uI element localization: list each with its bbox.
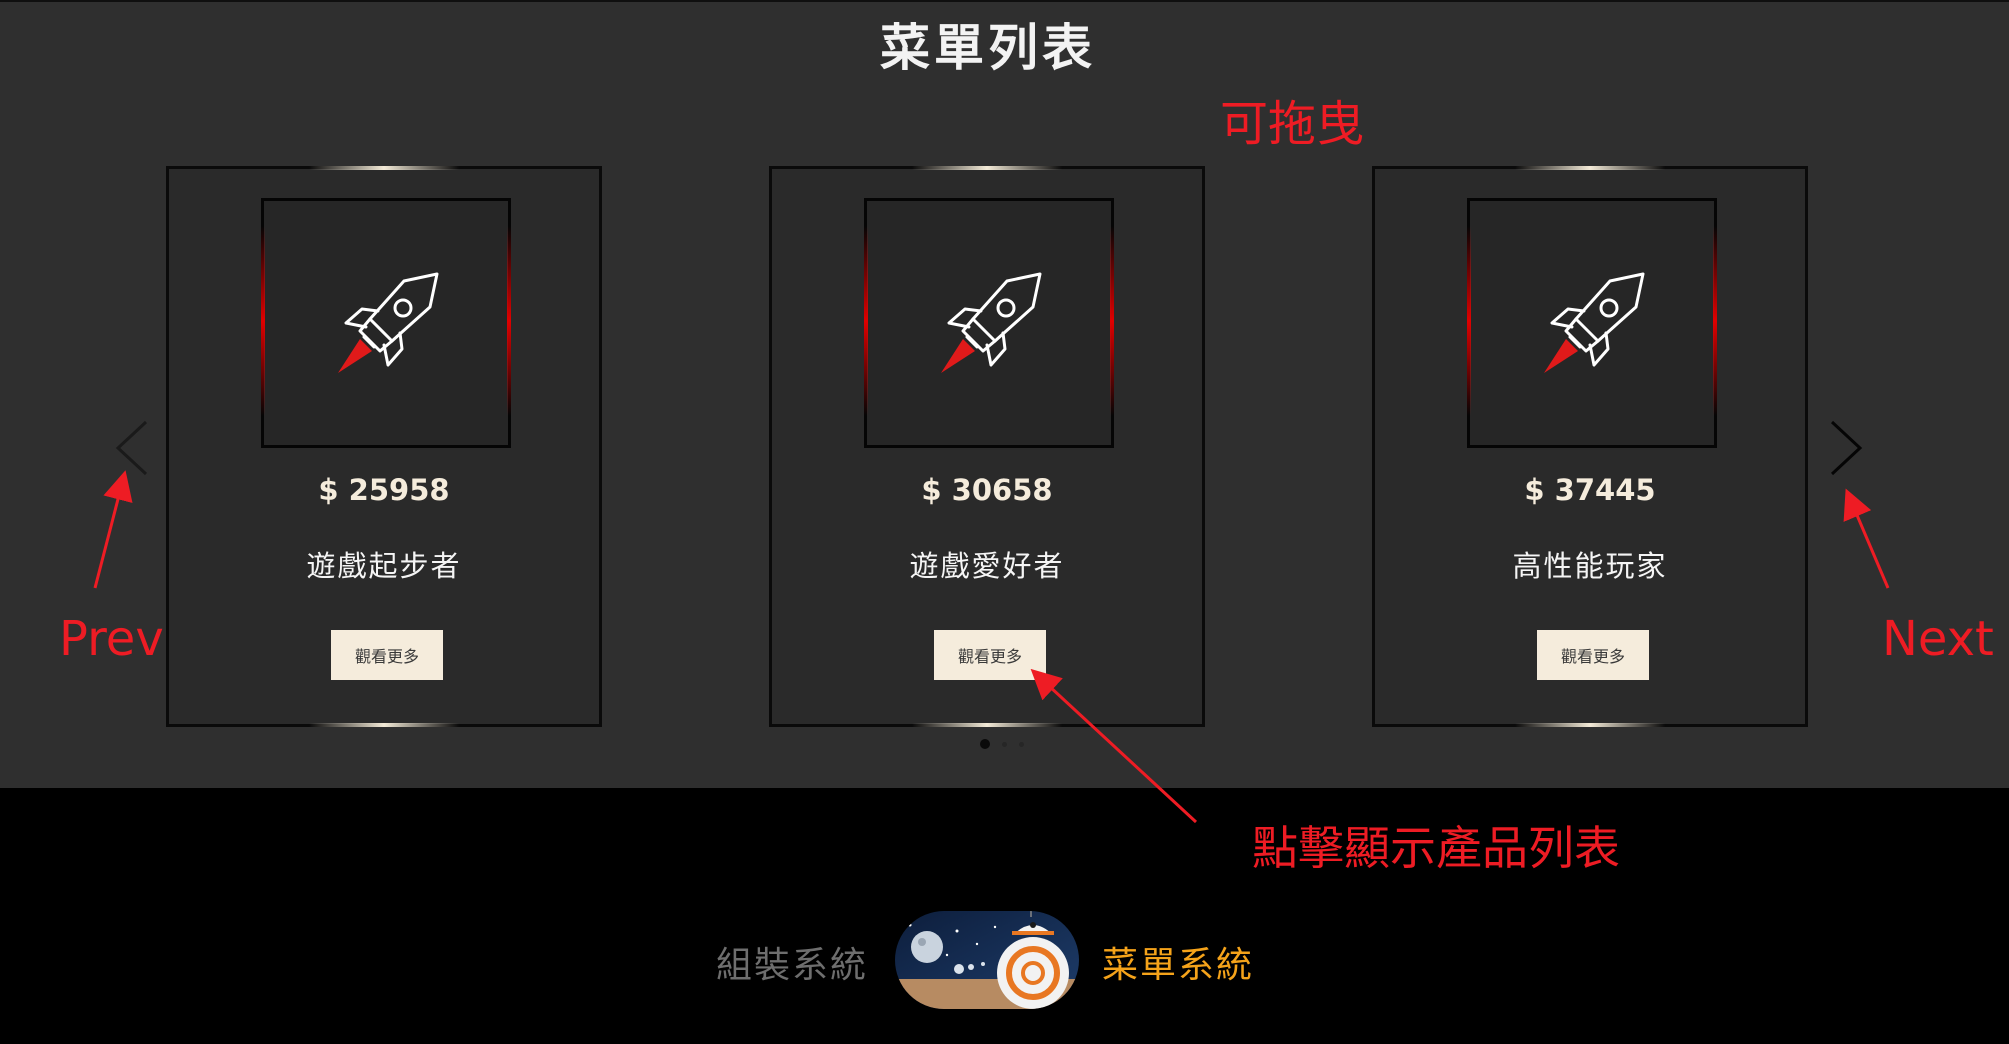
product-name: 遊戲愛好者 xyxy=(909,549,1065,583)
bb8-space-toggle-icon xyxy=(895,911,1079,1009)
view-more-button[interactable]: 觀看更多 xyxy=(331,630,443,680)
page: 菜單列表 $ 25958 遊戲起步者 觀看更多 $ 30658 遊戲愛好者 觀看… xyxy=(0,0,2009,1044)
annotation-draggable: 可拖曳 xyxy=(1220,96,1365,152)
pagination-dot-2[interactable] xyxy=(1002,741,1007,747)
product-name: 高性能玩家 xyxy=(1512,549,1668,583)
red-edge-right xyxy=(1713,226,1717,416)
red-edge-right xyxy=(1110,226,1114,416)
menu-section: 菜單列表 $ 25958 遊戲起步者 觀看更多 $ 30658 遊戲愛好者 觀看… xyxy=(0,0,2009,788)
red-edge-right xyxy=(507,226,511,416)
card-glow-bottom xyxy=(1515,723,1665,727)
assembly-system-label[interactable]: 組裝系統 xyxy=(716,936,868,988)
page-title: 菜單列表 xyxy=(880,19,1096,77)
red-edge-left xyxy=(1467,226,1471,416)
red-edge-left xyxy=(864,226,868,416)
rocket-icon xyxy=(941,272,1042,373)
card-glow-top xyxy=(1515,166,1665,170)
product-card-3[interactable]: $ 37445 高性能玩家 觀看更多 xyxy=(1372,166,1808,727)
price: $ 25958 xyxy=(318,473,450,507)
card-glow-top xyxy=(912,166,1062,170)
product-card-2[interactable]: $ 30658 遊戲愛好者 觀看更多 xyxy=(769,166,1205,727)
card-glow-top xyxy=(309,166,459,170)
system-toggle[interactable] xyxy=(895,911,1079,1009)
annotation-click-hint: 點擊顯示產品列表 xyxy=(1252,821,1620,875)
chevron-right-icon[interactable] xyxy=(1826,420,1866,476)
card-glow-bottom xyxy=(912,723,1062,727)
price: $ 37445 xyxy=(1524,473,1656,507)
product-name: 遊戲起步者 xyxy=(306,549,462,583)
red-edge-left xyxy=(261,226,265,416)
rocket-icon xyxy=(1544,272,1645,373)
price: $ 30658 xyxy=(921,473,1053,507)
product-card-1[interactable]: $ 25958 遊戲起步者 觀看更多 xyxy=(166,166,602,727)
icon-frame xyxy=(864,198,1114,448)
pagination-dot-1[interactable] xyxy=(980,739,990,749)
icon-frame xyxy=(1467,198,1717,448)
pagination-dot-3[interactable] xyxy=(1019,741,1024,747)
chevron-left-icon[interactable] xyxy=(112,420,152,476)
icon-frame xyxy=(261,198,511,448)
menu-system-label[interactable]: 菜單系統 xyxy=(1102,936,1254,988)
annotation-next: Next xyxy=(1882,611,1994,667)
view-more-button[interactable]: 觀看更多 xyxy=(934,630,1046,680)
annotation-prev: Prev xyxy=(59,611,164,667)
view-more-button[interactable]: 觀看更多 xyxy=(1537,630,1649,680)
rocket-icon xyxy=(338,272,439,373)
card-glow-bottom xyxy=(309,723,459,727)
pagination-dots xyxy=(980,738,1024,750)
